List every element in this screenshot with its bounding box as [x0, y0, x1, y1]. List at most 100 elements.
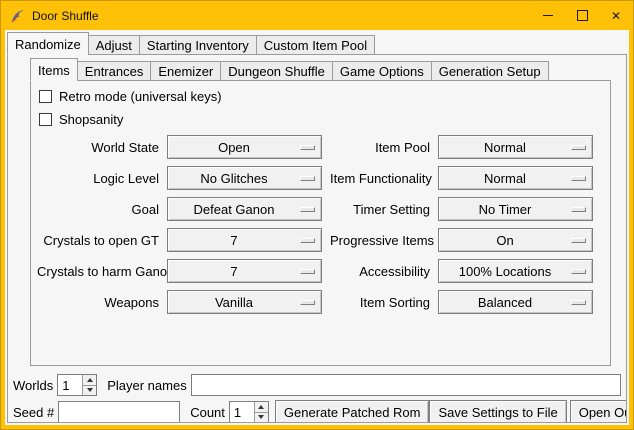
inner-tab-bar: Items Entrances Enemizer Dungeon Shuffle…: [30, 58, 626, 81]
worlds-spinbox[interactable]: 1: [57, 374, 97, 396]
window-body: Randomize Adjust Starting Inventory Cust…: [5, 30, 629, 425]
maximize-button[interactable]: [565, 1, 599, 30]
weapons-value: Vanilla: [168, 295, 300, 310]
goal-dropdown[interactable]: Defeat Ganon: [167, 197, 322, 221]
weapons-dropdown[interactable]: Vanilla: [167, 290, 322, 314]
tab-game-options[interactable]: Game Options: [332, 61, 432, 81]
timer-setting-dropdown[interactable]: No Timer: [438, 197, 593, 221]
seed-label: Seed #: [13, 405, 54, 420]
world-state-value: Open: [168, 140, 300, 155]
dropdown-indicator-icon: [571, 269, 586, 274]
seed-input[interactable]: [58, 401, 180, 423]
crystals-open-gt-value: 7: [168, 233, 300, 248]
dropdown-indicator-icon: [571, 176, 586, 181]
tab-enemizer[interactable]: Enemizer: [150, 61, 221, 81]
weapons-label: Weapons: [37, 295, 159, 310]
tab-entrances[interactable]: Entrances: [77, 61, 152, 81]
tab-enemizer-label: Enemizer: [158, 64, 213, 79]
window: Door Shuffle ✕ Randomize Adjust Starting…: [0, 0, 634, 430]
crystals-open-gt-dropdown[interactable]: 7: [167, 228, 322, 252]
tab-generation-setup[interactable]: Generation Setup: [431, 61, 549, 81]
window-title: Door Shuffle: [32, 9, 99, 23]
player-names-input[interactable]: [191, 374, 621, 396]
dropdown-indicator-icon: [300, 145, 315, 150]
tab-starting-inventory[interactable]: Starting Inventory: [139, 35, 257, 55]
item-sorting-label: Item Sorting: [330, 295, 430, 310]
minimize-button[interactable]: [531, 1, 565, 30]
seed-row: Seed # Count 1 Generate Patched Rom Save…: [13, 400, 621, 423]
maximize-icon: [577, 10, 588, 21]
spin-down-icon: [258, 415, 264, 419]
count-spin-down-button[interactable]: [255, 412, 268, 423]
progressive-items-label: Progressive Items: [330, 233, 430, 248]
dropdown-indicator-icon: [571, 207, 586, 212]
spin-down-icon: [87, 388, 93, 392]
accessibility-value: 100% Locations: [439, 264, 571, 279]
open-output-directory-label: Open Output Directory: [579, 405, 627, 420]
shopsanity-row: Shopsanity: [39, 112, 610, 127]
timer-setting-value: No Timer: [439, 202, 571, 217]
open-output-directory-button[interactable]: Open Output Directory: [570, 400, 627, 423]
tab-custom-item-pool[interactable]: Custom Item Pool: [256, 35, 375, 55]
item-functionality-dropdown[interactable]: Normal: [438, 166, 593, 190]
shopsanity-checkbox[interactable]: [39, 113, 52, 126]
world-state-dropdown[interactable]: Open: [167, 135, 322, 159]
spin-up-icon: [258, 405, 264, 409]
item-functionality-value: Normal: [439, 171, 571, 186]
tab-entrances-label: Entrances: [85, 64, 144, 79]
worlds-spin-arrows: [82, 375, 96, 395]
tab-adjust[interactable]: Adjust: [88, 35, 140, 55]
dropdown-indicator-icon: [300, 269, 315, 274]
crystals-harm-ganon-value: 7: [168, 264, 300, 279]
progressive-items-dropdown[interactable]: On: [438, 228, 593, 252]
worlds-row: Worlds 1 Player names: [13, 374, 621, 396]
worlds-spin-down-button[interactable]: [83, 385, 96, 396]
tab-dungeon-shuffle[interactable]: Dungeon Shuffle: [220, 61, 333, 81]
logic-level-value: No Glitches: [168, 171, 300, 186]
crystals-harm-ganon-label: Crystals to harm Ganon: [37, 264, 159, 279]
logic-level-dropdown[interactable]: No Glitches: [167, 166, 322, 190]
count-value: 1: [230, 402, 254, 422]
dropdown-indicator-icon: [571, 145, 586, 150]
tab-items-label: Items: [38, 63, 70, 78]
options-grid: World State Open Item Pool Normal Logic …: [37, 135, 610, 314]
dropdown-indicator-icon: [300, 176, 315, 181]
count-label: Count: [190, 405, 225, 420]
tab-game-options-label: Game Options: [340, 64, 424, 79]
crystals-harm-ganon-dropdown[interactable]: 7: [167, 259, 322, 283]
save-settings-button[interactable]: Save Settings to File: [429, 400, 566, 423]
close-icon: ✕: [611, 10, 621, 22]
dropdown-indicator-icon: [300, 300, 315, 305]
item-pool-value: Normal: [439, 140, 571, 155]
accessibility-dropdown[interactable]: 100% Locations: [438, 259, 593, 283]
count-spin-arrows: [254, 402, 268, 422]
dropdown-indicator-icon: [300, 238, 315, 243]
dropdown-indicator-icon: [300, 207, 315, 212]
items-pane: Retro mode (universal keys) Shopsanity W…: [30, 80, 611, 366]
count-spin-up-button[interactable]: [255, 402, 268, 412]
worlds-spin-up-button[interactable]: [83, 375, 96, 385]
tab-items[interactable]: Items: [30, 58, 78, 81]
tab-dungeon-shuffle-label: Dungeon Shuffle: [228, 64, 325, 79]
close-button[interactable]: ✕: [599, 1, 633, 30]
count-spinbox[interactable]: 1: [229, 401, 269, 423]
timer-setting-label: Timer Setting: [330, 202, 430, 217]
spin-up-icon: [87, 378, 93, 382]
retro-mode-checkbox[interactable]: [39, 90, 52, 103]
bottom-controls: Worlds 1 Player names Seed # Count: [8, 366, 626, 423]
item-pool-label: Item Pool: [330, 140, 430, 155]
goal-label: Goal: [37, 202, 159, 217]
item-sorting-value: Balanced: [439, 295, 571, 310]
world-state-label: World State: [37, 140, 159, 155]
goal-value: Defeat Ganon: [168, 202, 300, 217]
logic-level-label: Logic Level: [37, 171, 159, 186]
worlds-value: 1: [58, 375, 82, 395]
titlebar: Door Shuffle ✕: [1, 1, 633, 30]
generate-patched-rom-button[interactable]: Generate Patched Rom: [275, 400, 430, 423]
item-sorting-dropdown[interactable]: Balanced: [438, 290, 593, 314]
dropdown-indicator-icon: [571, 300, 586, 305]
app-icon: [10, 8, 26, 24]
tab-starting-inventory-label: Starting Inventory: [147, 38, 249, 53]
tab-randomize[interactable]: Randomize: [7, 32, 89, 55]
item-pool-dropdown[interactable]: Normal: [438, 135, 593, 159]
